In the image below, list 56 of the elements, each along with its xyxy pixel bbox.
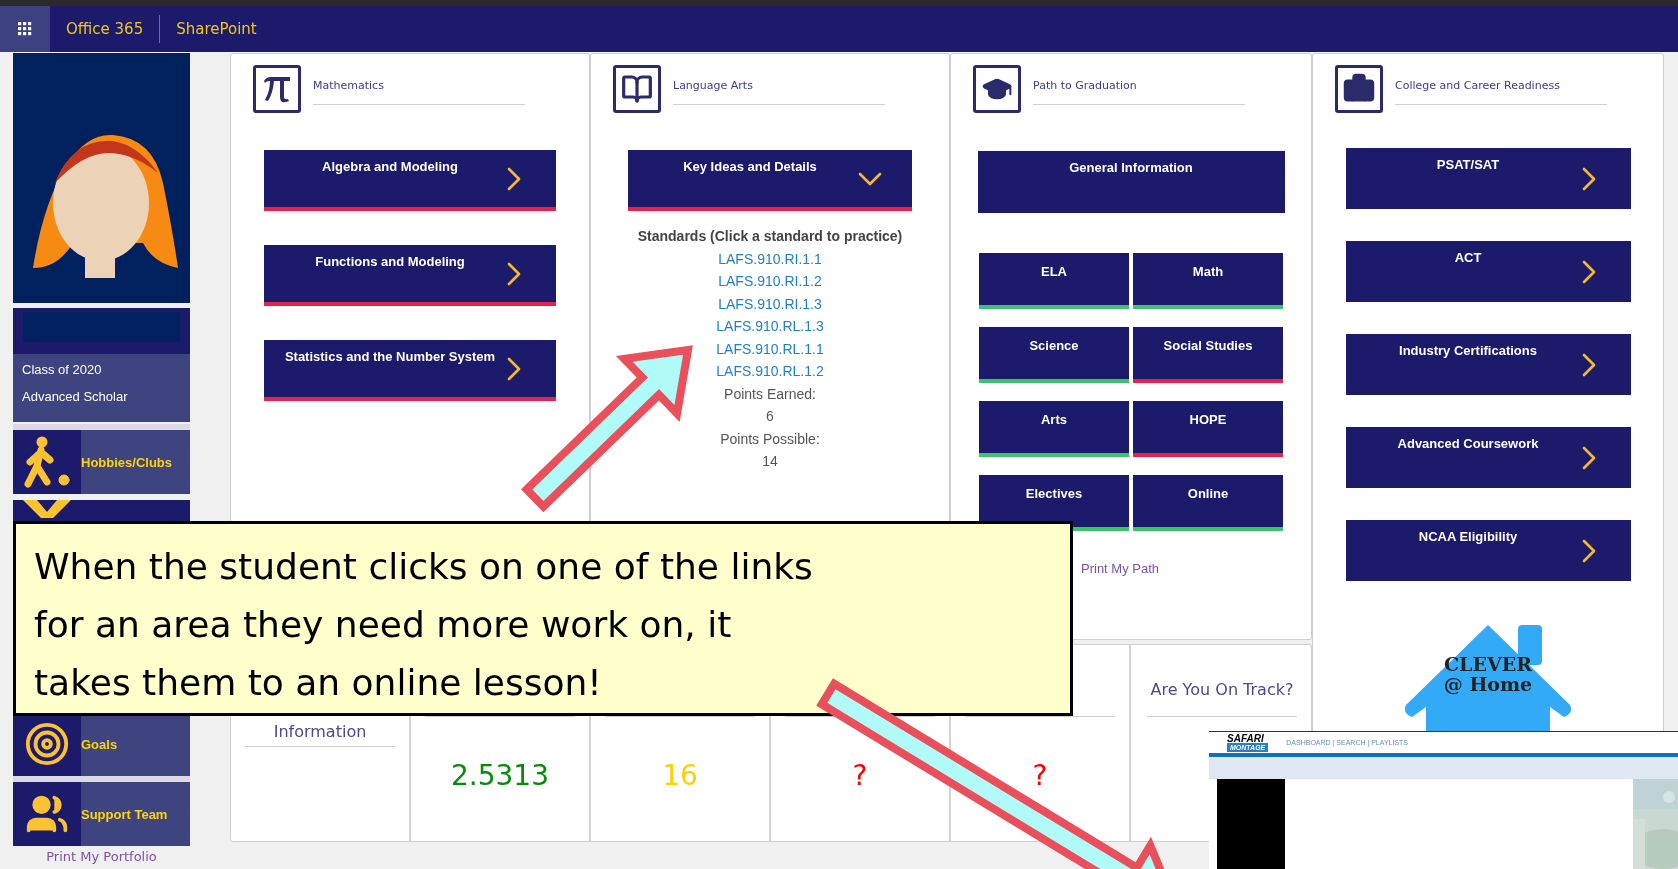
sidebar-link[interactable]: Hobbies/Clubs bbox=[81, 430, 190, 494]
points-earned-value: 6 bbox=[766, 407, 774, 426]
area-button[interactable]: HOPE bbox=[1133, 401, 1283, 457]
points-possible-label: Points Possible: bbox=[720, 429, 820, 449]
stat-value: 16 bbox=[662, 759, 698, 792]
topic-button[interactable]: Advanced Coursework bbox=[1345, 427, 1631, 488]
area-button[interactable]: Arts bbox=[979, 401, 1129, 457]
standard-link[interactable]: LAFS.910.RL.1.1 bbox=[716, 337, 824, 360]
standard-link[interactable]: LAFS.910.RI.1.1 bbox=[718, 247, 822, 270]
app-name[interactable]: Office 365 bbox=[50, 20, 160, 38]
topic-button[interactable]: PSAT/SAT bbox=[1345, 148, 1631, 209]
standards-heading: Standards (Click a standard to practice) bbox=[637, 227, 903, 246]
standard-link[interactable]: LAFS.910.RL.1.2 bbox=[716, 360, 824, 383]
standard-link[interactable]: LAFS.910.RI.1.3 bbox=[718, 292, 822, 315]
topic-button[interactable]: Functions and Modeling bbox=[264, 245, 556, 306]
card-title: College and Career Readiness bbox=[1395, 79, 1560, 92]
stat-title: Information bbox=[273, 721, 367, 743]
pi-icon bbox=[262, 75, 292, 103]
sidebar-link[interactable]: Support Team bbox=[81, 782, 190, 846]
general-information-button[interactable]: General Information bbox=[977, 151, 1285, 213]
points-earned-label: Points Earned: bbox=[724, 384, 816, 404]
distinction: Advanced Scholar bbox=[22, 389, 129, 404]
card-title: Mathematics bbox=[313, 79, 384, 92]
standard-link[interactable]: LAFS.910.RL.1.3 bbox=[716, 315, 824, 338]
topic-button[interactable]: Key Ideas and Details bbox=[628, 150, 912, 211]
callout-text: When the student clicks on one of the links for an area they need more work on, it takes them to an online lesson! bbox=[34, 545, 813, 705]
topic-button[interactable]: Algebra and Modeling bbox=[264, 150, 556, 211]
class-year: Class of 2020 bbox=[22, 362, 103, 377]
waffle-icon bbox=[18, 22, 32, 36]
area-button[interactable]: Science bbox=[979, 327, 1129, 383]
area-button[interactable]: Math bbox=[1133, 253, 1283, 309]
topic-button[interactable]: Statistics and the Number System bbox=[264, 340, 556, 401]
logo-text: CLEVER bbox=[1444, 653, 1532, 675]
site-name[interactable]: SharePoint bbox=[160, 20, 273, 38]
standard-link[interactable]: LAFS.910.RI.1.2 bbox=[718, 270, 822, 293]
logo-text: SAFARI bbox=[1227, 733, 1265, 743]
topic-button[interactable]: Industry Certifications bbox=[1345, 334, 1631, 395]
card-title: Language Arts bbox=[673, 79, 753, 92]
book-icon bbox=[621, 73, 653, 105]
v-shape-icon bbox=[23, 500, 71, 518]
area-button[interactable]: Social Studies bbox=[1133, 327, 1283, 383]
card-title: Path to Graduation bbox=[1033, 79, 1137, 92]
app-launcher-button[interactable] bbox=[0, 6, 50, 52]
stat-title: Are You On Track? bbox=[1150, 679, 1294, 701]
logo-text: @ Home bbox=[1443, 673, 1533, 695]
topic-button[interactable]: ACT bbox=[1345, 241, 1631, 302]
print-path-link[interactable]: Print My Path bbox=[1081, 561, 1160, 576]
print-portfolio-link[interactable]: Print My Portfolio bbox=[46, 849, 157, 864]
stat-value: ? bbox=[852, 759, 868, 792]
area-button[interactable]: Online bbox=[1133, 475, 1283, 531]
stat-value: ? bbox=[1032, 759, 1048, 792]
stat-value: 2.5313 bbox=[451, 759, 549, 792]
topic-button[interactable]: NCAA Eligibility bbox=[1345, 520, 1631, 581]
points-possible-value: 14 bbox=[762, 452, 778, 471]
area-button[interactable]: ELA bbox=[979, 253, 1129, 309]
target-icon bbox=[24, 721, 70, 767]
